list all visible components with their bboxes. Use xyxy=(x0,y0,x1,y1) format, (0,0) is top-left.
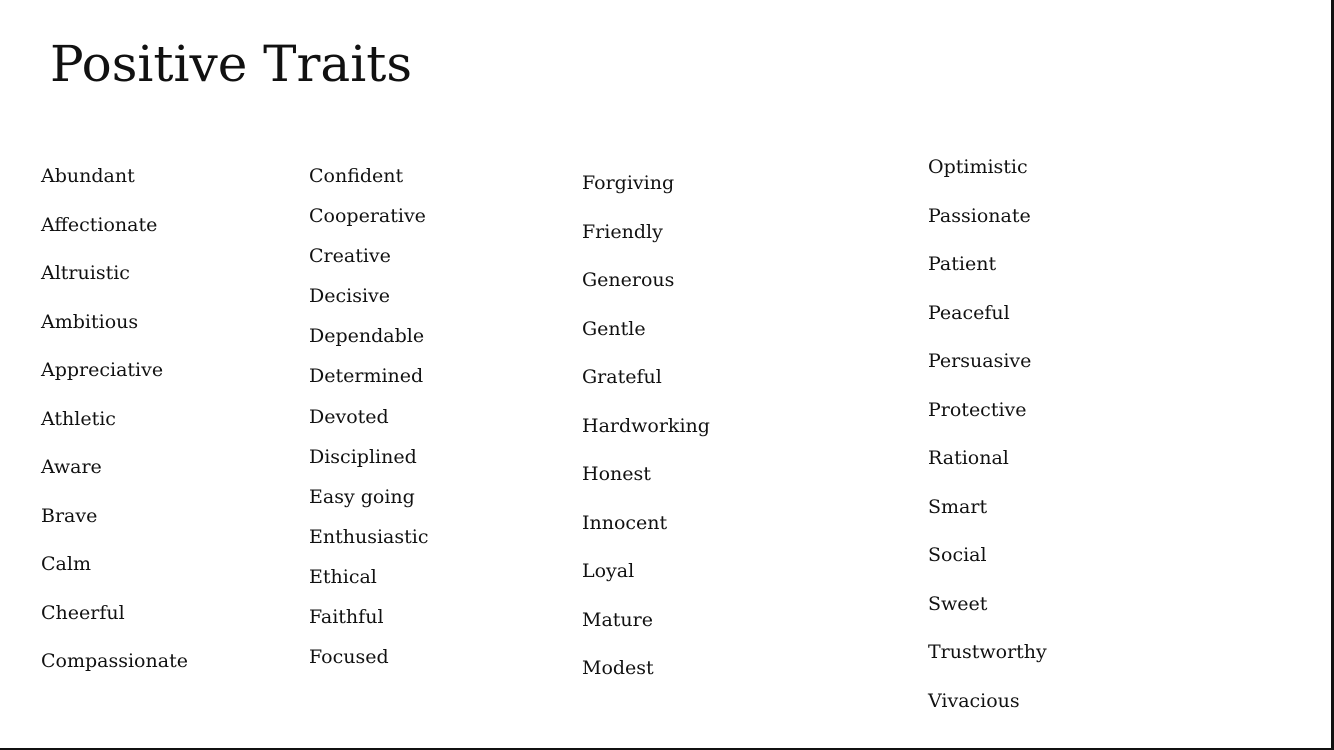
trait-item: Confident xyxy=(309,165,404,187)
trait-item: Determined xyxy=(309,365,424,388)
trait-item: Aware xyxy=(41,456,102,478)
trait-item: Mature xyxy=(582,608,653,631)
trait-item: Rational xyxy=(928,447,1009,469)
trait-item: Hardworking xyxy=(582,414,710,437)
trait-item: Decisive xyxy=(309,285,391,308)
trait-item: Brave xyxy=(41,504,98,527)
trait-item: Compassionate xyxy=(41,650,188,672)
trait-item: Creative xyxy=(309,245,391,268)
trait-item: Faithful xyxy=(309,606,384,629)
trait-item: Innocent xyxy=(582,511,668,534)
trait-item: Focused xyxy=(309,646,389,669)
trait-item: Optimistic xyxy=(928,156,1028,178)
trait-item: Generous xyxy=(582,269,675,291)
trait-item: Ethical xyxy=(309,565,377,588)
trait-item: Protective xyxy=(928,398,1027,421)
trait-item: Athletic xyxy=(41,407,116,430)
trait-item: Easy going xyxy=(309,485,415,508)
trait-item: Devoted xyxy=(309,405,389,428)
trait-item: Smart xyxy=(928,495,988,518)
trait-column-2: Confident Cooperative Creative Decisive … xyxy=(309,164,428,685)
trait-item: Loyal xyxy=(582,560,635,582)
trait-item: Cooperative xyxy=(309,205,426,228)
trait-column-3: Forgiving Friendly Generous Gentle Grate… xyxy=(582,171,710,705)
trait-item: Trustworthy xyxy=(928,641,1047,663)
trait-item: Patient xyxy=(928,253,997,275)
trait-item: Enthusiastic xyxy=(309,525,429,548)
trait-item: Honest xyxy=(582,463,651,485)
trait-item: Vivacious xyxy=(928,689,1020,712)
trait-item: Forgiving xyxy=(582,172,675,194)
trait-item: Dependable xyxy=(309,325,425,348)
trait-item: Social xyxy=(928,544,987,566)
trait-item: Cheerful xyxy=(41,601,125,624)
trait-item: Disciplined xyxy=(309,445,417,468)
trait-item: Calm xyxy=(41,553,91,575)
trait-column-1: Abundant Affectionate Altruistic Ambitio… xyxy=(41,164,188,698)
trait-item: Ambitious xyxy=(41,310,139,333)
trait-item: Modest xyxy=(582,657,654,679)
trait-item: Persuasive xyxy=(928,350,1032,372)
trait-item: Appreciative xyxy=(41,359,164,381)
trait-item: Gentle xyxy=(582,317,646,340)
trait-item: Abundant xyxy=(41,165,135,187)
trait-item: Sweet xyxy=(928,592,988,615)
trait-column-4: Optimistic Passionate Patient Peaceful P… xyxy=(928,155,1047,737)
trait-item: Passionate xyxy=(928,204,1031,227)
trait-item: Altruistic xyxy=(41,262,130,284)
slide: Positive Traits Abundant Affectionate Al… xyxy=(0,0,1334,750)
trait-item: Peaceful xyxy=(928,301,1010,324)
trait-item: Friendly xyxy=(582,220,663,243)
slide-title: Positive Traits xyxy=(50,35,412,93)
trait-item: Grateful xyxy=(582,366,662,388)
trait-item: Affectionate xyxy=(41,213,158,236)
